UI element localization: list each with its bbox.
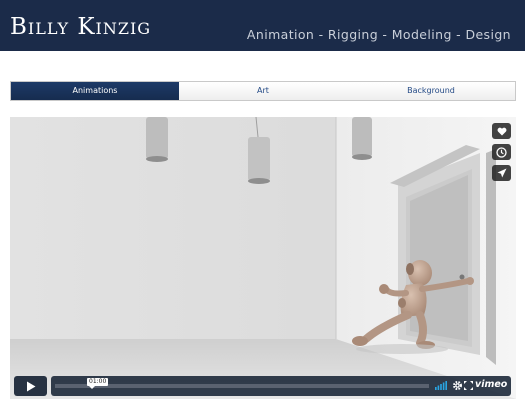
send-icon	[497, 168, 506, 178]
progress-bar[interactable]: 01:00	[55, 378, 429, 389]
site-title[interactable]: Billy Kinzig	[10, 14, 151, 40]
volume-icon[interactable]	[435, 381, 447, 390]
gear-icon[interactable]	[452, 380, 463, 391]
site-tagline: Animation - Rigging - Modeling - Design	[246, 27, 511, 42]
share-button[interactable]	[492, 165, 511, 181]
watch-later-button[interactable]	[492, 144, 511, 160]
vimeo-logo[interactable]: vimeo	[475, 379, 507, 391]
play-button[interactable]	[14, 376, 47, 396]
video-frame[interactable]	[10, 117, 516, 399]
time-display: 01:00	[87, 378, 109, 389]
fullscreen-icon[interactable]	[464, 381, 473, 390]
portfolio-tabs: Animations Art Background	[10, 81, 516, 101]
tab-background[interactable]: Background	[347, 82, 515, 100]
video-player[interactable]: 01:00 vimeo	[10, 117, 516, 399]
like-button[interactable]	[492, 123, 511, 139]
clock-icon	[496, 146, 507, 158]
player-controls: 01:00 vimeo	[14, 376, 511, 396]
tab-animations[interactable]: Animations	[11, 82, 179, 100]
control-bar: 01:00 vimeo	[51, 376, 511, 396]
site-header: Billy Kinzig Animation - Rigging - Model…	[0, 0, 525, 51]
tab-art[interactable]: Art	[179, 82, 347, 100]
play-icon	[26, 381, 35, 391]
heart-icon	[497, 127, 506, 135]
